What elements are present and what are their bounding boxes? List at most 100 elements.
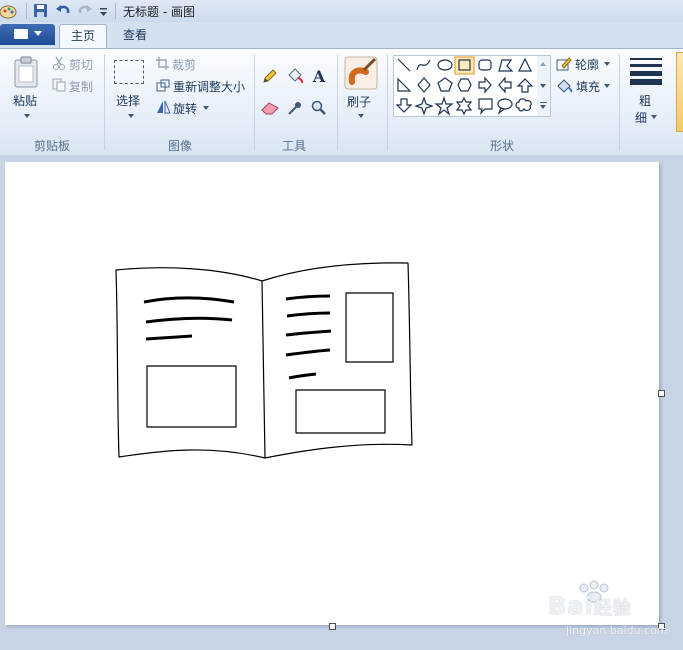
copy-button[interactable]: 复制	[69, 78, 93, 95]
image-group-label: 图像	[167, 139, 192, 153]
group-separator	[104, 54, 105, 150]
left-arrow-shape-icon[interactable]	[498, 76, 512, 94]
chevron-down-icon[interactable]	[604, 84, 610, 88]
diamond-shape-icon[interactable]	[417, 77, 431, 93]
expand-gallery-icon[interactable]	[540, 102, 547, 103]
hexagon-shape-icon[interactable]	[457, 78, 472, 92]
group-separator	[387, 54, 388, 150]
oval-callout-shape-icon[interactable]	[497, 98, 513, 115]
resize-button[interactable]: 重新调整大小	[173, 78, 245, 95]
chevron-down-icon	[651, 115, 657, 119]
scroll-up-icon[interactable]	[540, 62, 546, 66]
group-separator	[254, 54, 255, 150]
chevron-down-icon[interactable]	[540, 105, 546, 109]
redo-icon[interactable]	[77, 3, 93, 19]
rectangle-shape-icon[interactable]	[454, 56, 475, 75]
chevron-down-icon	[24, 114, 30, 118]
booklet-outline	[115, 267, 266, 459]
shapes-gallery[interactable]	[393, 55, 539, 117]
watermark-brand: Bai经验	[548, 592, 632, 620]
cloud-callout-shape-icon[interactable]	[515, 98, 532, 112]
eraser-tool[interactable]	[259, 97, 281, 119]
oval-shape-icon[interactable]	[437, 59, 453, 71]
line-shape-icon[interactable]	[397, 58, 411, 72]
select-label: 选择	[116, 94, 141, 108]
chevron-down-icon[interactable]	[604, 62, 610, 66]
rotate-icon	[157, 100, 171, 114]
resize-handle-bottom[interactable]	[329, 623, 336, 630]
color-picker-tool[interactable]	[284, 97, 306, 119]
thickest-line-icon	[630, 79, 662, 85]
thick-line-icon	[630, 71, 662, 76]
magnifier-tool[interactable]	[308, 97, 330, 119]
up-arrow-shape-icon[interactable]	[516, 78, 534, 93]
resize-handle-right[interactable]	[658, 390, 665, 397]
curve-shape-icon[interactable]	[416, 59, 431, 71]
right-triangle-shape-icon[interactable]	[397, 77, 412, 92]
paste-icon	[14, 56, 38, 88]
title-bar: 无标题 - 画图	[0, 0, 683, 23]
shapes-gallery-icons	[395, 56, 534, 116]
fill-button[interactable]: 填充	[576, 78, 600, 95]
five-point-star-shape-icon[interactable]	[434, 96, 454, 116]
paint-app-icon[interactable]	[0, 2, 18, 20]
menu-icon	[14, 29, 28, 39]
size-button[interactable]: 粗 细	[625, 54, 669, 125]
brush-icon	[344, 56, 378, 90]
tab-view[interactable]: 查看	[112, 24, 158, 48]
eraser-icon	[261, 102, 279, 115]
drawing-canvas[interactable]	[5, 162, 659, 625]
four-point-star-shape-icon[interactable]	[414, 96, 434, 116]
shapes-group-label: 形状	[489, 139, 514, 153]
clipboard-group-label: 剪贴板	[33, 139, 70, 153]
rounded-callout-shape-icon[interactable]	[478, 98, 493, 115]
fill-tool[interactable]	[284, 65, 306, 87]
undo-icon[interactable]	[55, 3, 71, 19]
drawing-sketch	[115, 262, 413, 459]
paint-bucket-icon	[288, 68, 304, 84]
cut-button[interactable]: 剪切	[69, 56, 93, 73]
six-point-star-shape-icon[interactable]	[455, 96, 473, 116]
select-button[interactable]: 选择	[110, 56, 150, 126]
brushes-label: 刷子	[347, 95, 372, 109]
brushes-button[interactable]: 刷子	[342, 54, 380, 124]
scroll-down-icon[interactable]	[540, 84, 546, 88]
tools-group-label: 工具	[281, 139, 306, 153]
copy-icon	[52, 78, 66, 92]
magnifier-icon	[311, 100, 326, 115]
outline-button[interactable]: 轮廓	[575, 56, 599, 73]
color1-swatch-edge[interactable]	[676, 52, 683, 132]
thin-line-icon	[630, 58, 662, 60]
shapes-gallery-scrollbar[interactable]	[537, 55, 551, 117]
eyedropper-icon	[288, 102, 301, 115]
chevron-down-icon	[128, 114, 134, 118]
baidu-jingyan-watermark: Bai经验 jingyan.baidu.com	[548, 580, 678, 644]
text-tool[interactable]: A	[308, 65, 330, 87]
paint-menu-button[interactable]	[0, 24, 55, 45]
chevron-down-icon[interactable]	[203, 106, 209, 110]
cut-icon	[53, 56, 65, 70]
triangle-shape-icon[interactable]	[518, 57, 532, 72]
group-separator	[619, 54, 620, 150]
tab-home[interactable]: 主页	[59, 24, 107, 50]
pencil-icon	[263, 69, 277, 83]
size-label-line2: 细	[635, 111, 648, 125]
customize-quick-access-icon[interactable]	[98, 3, 114, 19]
selection-rect-icon	[114, 60, 144, 84]
watermark-url: jingyan.baidu.com	[566, 624, 668, 637]
paste-button[interactable]: 粘贴	[8, 54, 46, 124]
resize-icon	[156, 79, 170, 92]
window-title: 无标题 - 画图	[123, 5, 195, 19]
rounded-rectangle-shape-icon[interactable]	[478, 59, 492, 71]
polygon-shape-icon[interactable]	[498, 59, 514, 72]
pencil-tool[interactable]	[259, 65, 281, 87]
right-arrow-shape-icon[interactable]	[478, 76, 492, 94]
fill-icon	[557, 79, 573, 93]
pentagon-shape-icon[interactable]	[437, 77, 453, 92]
crop-button[interactable]: 裁剪	[172, 56, 196, 73]
chevron-down-icon	[34, 31, 42, 36]
rotate-button[interactable]: 旋转	[173, 100, 197, 117]
size-label-line1: 粗	[639, 94, 652, 108]
down-arrow-shape-icon[interactable]	[395, 98, 413, 113]
save-icon[interactable]	[33, 3, 49, 19]
